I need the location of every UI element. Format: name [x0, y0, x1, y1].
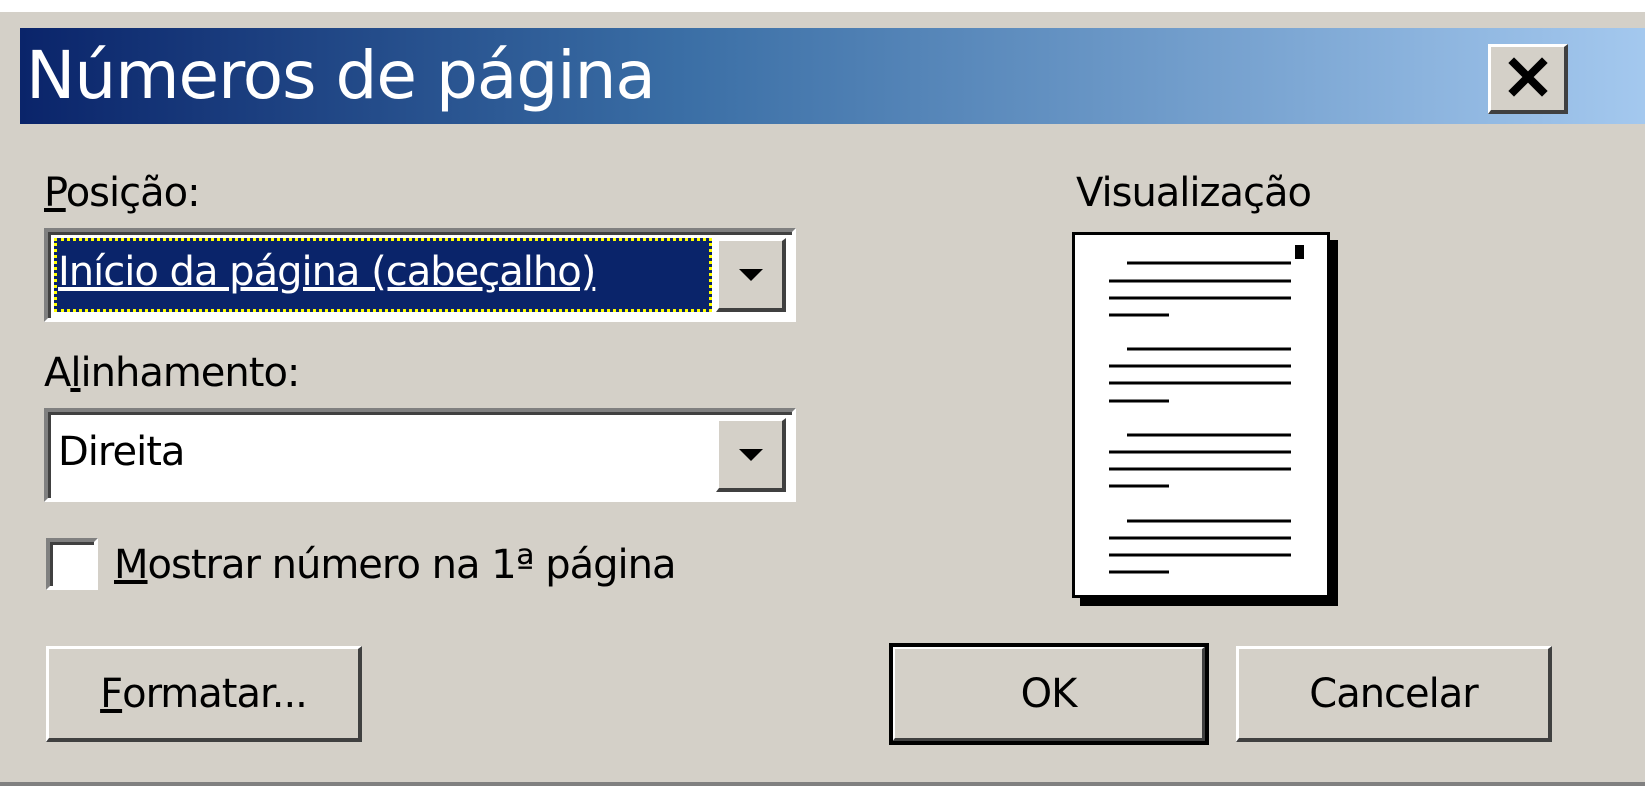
page-number-marker	[1295, 245, 1304, 259]
alignment-select[interactable]: Direita	[44, 408, 796, 502]
position-label: Posição:	[44, 170, 201, 216]
page-preview	[1072, 232, 1330, 598]
chevron-down-icon	[737, 447, 765, 463]
dialog-bottom-area	[0, 786, 1645, 804]
first-page-checkbox-label[interactable]: Mostrar número na 1ª página	[114, 542, 677, 588]
position-select-value: Início da página (cabeçalho)	[54, 238, 712, 312]
position-dropdown-button[interactable]	[716, 238, 786, 312]
close-icon	[1507, 46, 1548, 111]
ok-button[interactable]: OK	[889, 643, 1209, 745]
close-button[interactable]	[1488, 44, 1568, 114]
alignment-dropdown-button[interactable]	[716, 418, 786, 492]
page-numbers-dialog: Números de página Posição: Início da pág…	[0, 0, 1645, 804]
dialog-title: Números de página	[26, 37, 656, 114]
alignment-select-value: Direita	[58, 429, 185, 475]
chevron-down-icon	[737, 267, 765, 283]
first-page-checkbox[interactable]	[46, 538, 98, 590]
text-lines	[1109, 261, 1291, 574]
alignment-label: Alinhamento:	[44, 350, 300, 396]
position-select[interactable]: Início da página (cabeçalho)	[44, 228, 796, 322]
preview-label: Visualização	[1076, 170, 1312, 216]
cancel-button[interactable]: Cancelar	[1236, 646, 1552, 742]
format-button[interactable]: Formatar...	[46, 646, 362, 742]
title-bar: Números de página	[20, 28, 1645, 124]
page-preview-graphic	[1109, 245, 1304, 574]
